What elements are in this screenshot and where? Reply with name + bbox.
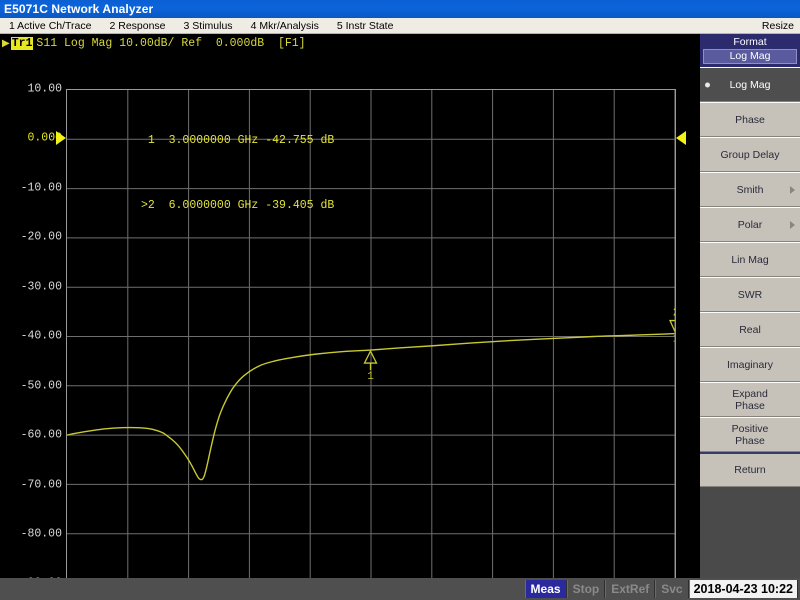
menu-item-response[interactable]: 2 Response [100,20,174,32]
chevron-right-icon [790,185,795,194]
softkey-panel-filler [700,487,800,547]
softkey-label: Return [734,464,766,476]
marker-2-readout: >2 6.0000000 GHz -39.405 dB [141,199,335,212]
y-tick-label: -20.00 [20,230,62,244]
trace-settings-text: S11 Log Mag 10.00dB/ Ref 0.000dB [F1] [36,37,306,50]
y-tick-label: 10.00 [27,82,62,96]
softkey-phase[interactable]: Phase [700,102,800,137]
softkey-label: Imaginary [726,358,774,371]
softkey-panel: Format Log Mag Log Mag Phase Group Delay Sm… [700,34,800,578]
softkey-selected-dot-icon [705,82,710,87]
menu-bar: 1 Active Ch/Trace 2 Response 3 Stimulus … [0,18,800,34]
y-tick-label: -40.00 [20,329,62,343]
trace-status-bar[interactable]: ▶ Tr1 S11 Log Mag 10.00dB/ Ref 0.000dB [… [0,36,696,51]
system-status-bar: Meas Stop ExtRef Svc 2018-04-23 10:22 [0,578,800,600]
softkey-label: Polar [737,218,763,231]
softkey-label: Positive Phase [731,422,769,447]
softkey-label: Real [739,323,761,336]
y-tick-label: -50.00 [20,379,62,393]
menu-item-stimulus[interactable]: 3 Stimulus [175,20,242,32]
softkey-imaginary[interactable]: Imaginary [700,347,800,382]
status-svc[interactable]: Svc [655,580,689,598]
softkey-label: Lin Mag [731,253,769,266]
chevron-right-icon [790,220,795,229]
marker-readout-row-2: >2 6.0000000 GHz -39.405 dB [72,186,334,225]
softkey-label: Expand Phase [732,387,768,412]
trace-number-badge[interactable]: Tr1 [10,37,34,50]
softkey-label: Log Mag [729,78,771,91]
window-title: E5071C Network Analyzer [4,2,154,16]
softkey-polar[interactable]: Polar [700,207,800,242]
softkey-swr[interactable]: SWR [700,277,800,312]
marker-1[interactable]: 1 [363,349,378,383]
softkey-real[interactable]: Real [700,312,800,347]
softkey-positive-phase[interactable]: Positive Phase [700,417,800,452]
y-tick-label: -30.00 [20,280,62,294]
marker-readout-row-1: 1 3.0000000 GHz -42.755 dB [72,121,334,160]
marker-1-readout: 1 3.0000000 GHz -42.755 dB [141,134,335,147]
system-clock: 2018-04-23 10:22 [688,580,798,598]
status-stop[interactable]: Stop [566,580,606,598]
y-tick-label: -10.00 [20,181,62,195]
reference-level-arrow-left-icon[interactable] [56,131,66,145]
instrument-screen: ▶ Tr1 S11 Log Mag 10.00dB/ Ref 0.000dB [… [0,34,800,600]
status-extref[interactable]: ExtRef [605,580,656,598]
marker-1-right-label: 1 [673,334,675,346]
window-title-bar: E5071C Network Analyzer [0,0,800,18]
graph-area: 10.00 0.000 -10.00 -20.00 -30.00 -40.00 … [0,51,696,597]
menu-item-instr-state[interactable]: 5 Instr State [328,20,403,32]
marker-1-label: 1 [367,371,374,383]
vna-application-window: E5071C Network Analyzer 1 Active Ch/Trac… [0,0,800,600]
softkey-panel-header: Format Log Mag [700,34,800,67]
softkey-label: Smith [736,183,764,196]
y-tick-label: -60.00 [20,428,62,442]
y-tick-label: -80.00 [20,527,62,541]
softkey-list: Log Mag Phase Group Delay Smith Polar Lin Mag… [700,67,800,487]
softkey-label: Phase [735,113,765,126]
marker-2-label: 2 [673,308,675,320]
softkey-label: Group Delay [720,148,780,161]
softkey-header-title: Format [733,36,767,48]
softkey-expand-phase[interactable]: Expand Phase [700,382,800,417]
softkey-log-mag[interactable]: Log Mag [700,67,800,102]
active-trace-arrow-icon: ▶ [2,38,10,50]
menu-item-mkr-analysis[interactable]: 4 Mkr/Analysis [242,20,328,32]
softkey-header-value: Log Mag [703,49,797,64]
y-tick-label: -70.00 [20,478,62,492]
softkey-smith[interactable]: Smith [700,172,800,207]
menu-item-active-ch-trace[interactable]: 1 Active Ch/Trace [0,20,100,32]
marker-readout-table[interactable]: 1 3.0000000 GHz -42.755 dB >2 6.0000000 … [72,95,334,251]
reference-level-arrow-right-icon[interactable] [676,131,686,145]
status-meas[interactable]: Meas [524,580,567,598]
softkey-group-delay[interactable]: Group Delay [700,137,800,172]
softkey-label: SWR [737,288,763,301]
softkey-lin-mag[interactable]: Lin Mag [700,242,800,277]
menu-item-resize[interactable]: Resize [753,20,800,32]
softkey-return[interactable]: Return [700,452,800,487]
